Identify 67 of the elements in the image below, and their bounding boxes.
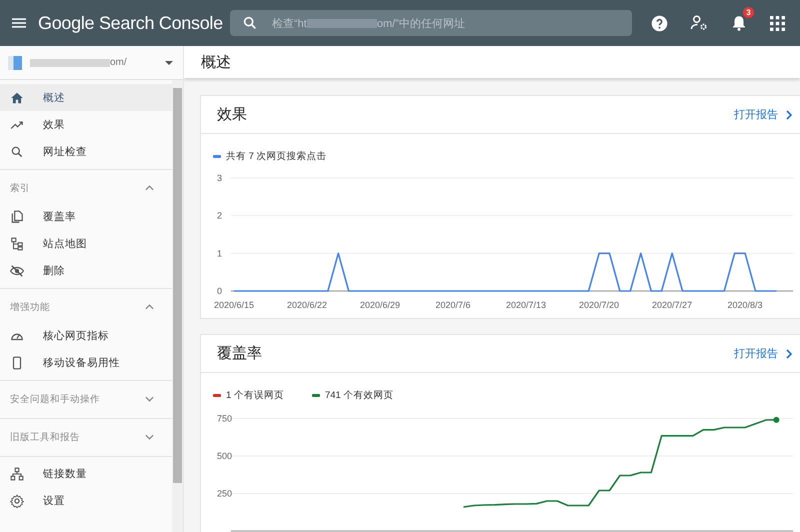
nav-group-header[interactable]: 索引 [0,173,172,203]
y-tick-label: 250 [216,488,232,498]
y-tick-label: 750 [216,414,232,424]
nav-item[interactable]: 站点地图 [0,230,172,257]
home-icon [10,90,24,104]
menu-icon[interactable] [12,18,26,28]
nav-item[interactable]: 删除 [0,257,172,284]
open-report-link[interactable]: 打开报告 [734,107,792,122]
chevron-down-icon [145,396,154,402]
nav-item[interactable]: 设置 [0,487,172,514]
chevron-right-icon [786,348,792,358]
eye-off-icon [10,264,24,278]
legend-label: 741 个有效网页 [324,388,394,402]
help-icon[interactable] [651,14,668,32]
scrollbar-thumb[interactable] [173,88,182,483]
y-tick-label: 500 [216,451,232,461]
y-tick-label: 0 [216,286,222,296]
product-logo[interactable]: Google Search Console [38,12,230,34]
search-icon [242,15,258,31]
apps-icon[interactable] [770,16,785,30]
settings-icon [10,494,24,508]
search-placeholder: om/”中的任何网址 [376,16,465,30]
nav-item[interactable]: 概述 [0,84,172,111]
nav-item[interactable]: 链接数量 [0,460,172,487]
pages-icon [10,210,24,224]
scrollbar[interactable] [172,80,183,532]
chevron-up-icon [145,304,154,310]
chevron-up-icon [145,185,154,191]
y-tick-label: 3 [216,173,222,183]
card-title: 覆盖率 [217,344,262,363]
nav-item[interactable]: 效果 [0,111,172,138]
x-tick-label: 2020/6/15 [214,300,254,310]
chevron-down-icon [145,434,154,440]
open-report-link[interactable]: 打开报告 [734,346,792,361]
page-title: 概述 [201,52,231,72]
sitemap-icon [10,236,24,250]
x-tick-label: 2020/6/22 [286,300,328,310]
bell-icon[interactable] [730,14,748,32]
y-tick-label: 2 [216,210,222,221]
property-name: om/ [110,57,127,68]
nav-item[interactable]: 覆盖率 [0,203,172,230]
search-icon [10,144,24,158]
phone-icon [10,356,24,370]
user-settings-icon[interactable] [690,14,708,32]
property-selector[interactable]: om/ [0,46,183,80]
nav-item[interactable]: 网址检查 [0,138,172,165]
card-title: 效果 [217,105,247,124]
x-tick-label: 2020/7/27 [652,300,692,310]
end-point-marker [773,416,780,423]
network-icon [10,466,24,480]
notification-badge: 3 [743,7,754,18]
site-favicon [8,56,22,70]
nav-item[interactable]: 核心网页指标 [0,322,172,349]
legend-label: 1 个有误网页 [226,388,284,402]
caret-icon [165,60,173,64]
x-tick-label: 2020/8/3 [728,300,763,310]
x-tick-label: 2020/7/13 [506,300,546,310]
x-tick-label: 2020/7/20 [579,300,620,310]
x-tick-label: 2020/7/6 [436,300,471,310]
nav-group-header[interactable]: 增强功能 [0,292,172,322]
x-tick-label: 2020/6/29 [360,300,400,310]
search-placeholder: 检查“ht [272,16,307,30]
nav-item[interactable]: 移动设备易用性 [0,349,172,376]
legend-label: 共有 7 次网页搜索点击 [226,150,327,162]
blurred-text [306,18,377,28]
chevron-right-icon [786,110,792,120]
y-tick-label: 1 [216,248,222,258]
